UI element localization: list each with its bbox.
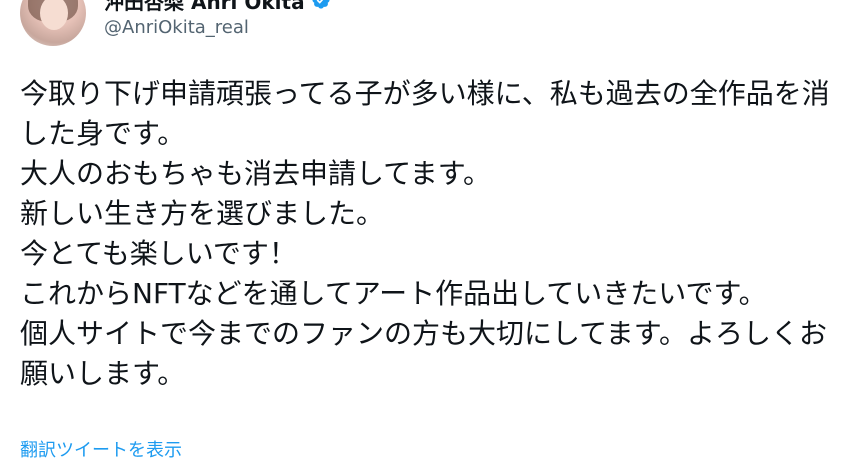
tweet-card: 沖田杏梨 Anri Okita @AnriOkita_real 今取り下げ申請頑… (0, 0, 850, 461)
avatar-face (40, 0, 68, 30)
author-name-row: 沖田杏梨 Anri Okita (104, 0, 331, 14)
tweet-line-4: 今とても楽しいです！ (20, 237, 297, 270)
more-options-icon[interactable] (804, 0, 828, 6)
tweet-line-6: 個人サイトで今までのファンの方も大切にしてます。よろしくお願いします。 (20, 317, 827, 390)
tweet-line-3: 新しい生き方を選びました。 (20, 197, 385, 230)
verified-badge-icon (312, 0, 330, 9)
tweet-line-2: 大人のおもちゃも消去申請してます。 (20, 157, 491, 190)
author-handle[interactable]: @AnriOkita_real (104, 17, 249, 38)
translate-tweet-link[interactable]: 翻訳ツイートを表示 (20, 436, 182, 462)
tweet-text: 今取り下げ申請頑張ってる子が多い様に、私も過去の全作品を消した身です。 大人のお… (20, 74, 830, 394)
author-avatar[interactable] (20, 0, 86, 46)
tweet-line-5: これからNFTなどを通してアート作品出していきたいです。 (20, 277, 767, 310)
tweet-line-1: 今取り下げ申請頑張ってる子が多い様に、私も過去の全作品を消した身です。 (20, 77, 830, 150)
author-display-name[interactable]: 沖田杏梨 Anri Okita (104, 0, 305, 15)
